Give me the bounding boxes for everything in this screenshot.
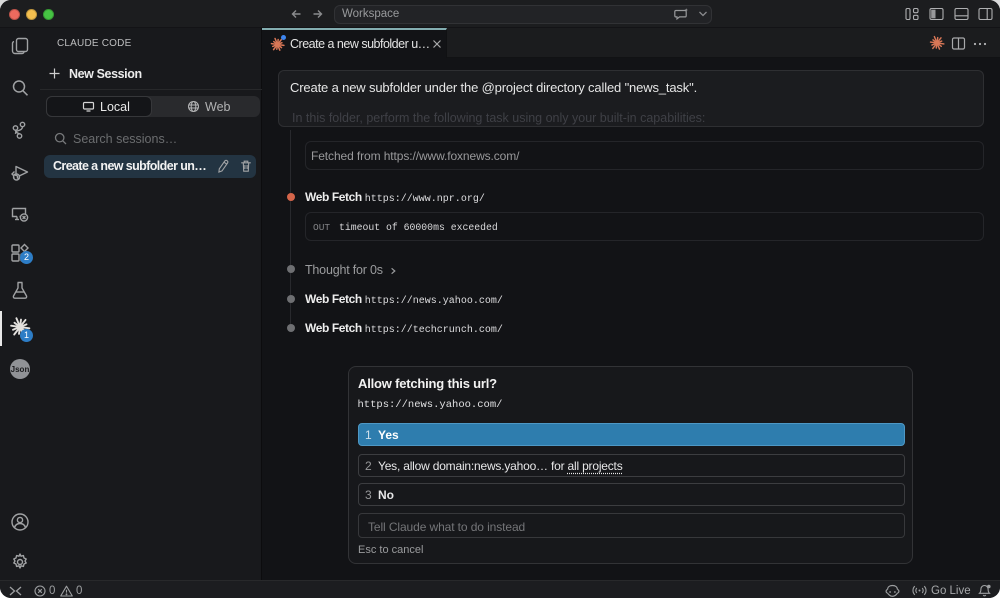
svg-text:Json: Json [11,365,30,374]
